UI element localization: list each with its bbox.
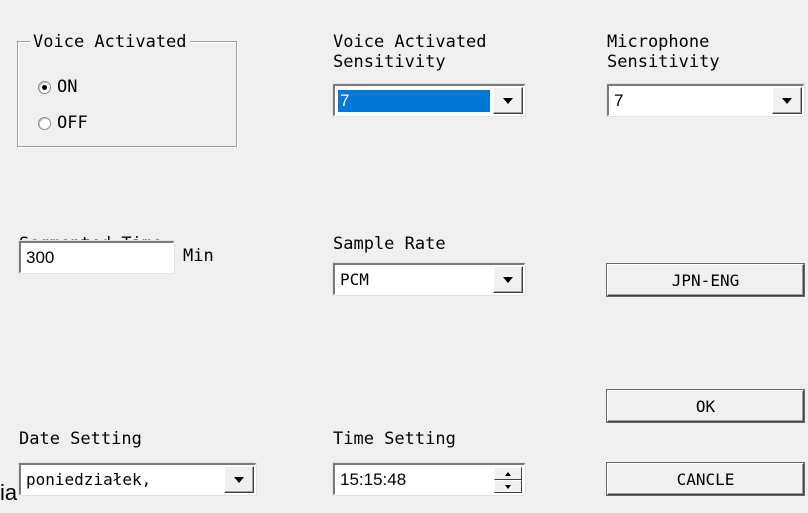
sample-rate-value: PCM xyxy=(340,270,369,289)
date-setting-dropdown-button[interactable] xyxy=(224,466,254,493)
sample-rate-dropdown-button[interactable] xyxy=(493,266,523,293)
mic-sensitivity-select[interactable]: 7 xyxy=(606,83,805,117)
mic-sensitivity-label-line2: Sensitivity xyxy=(607,52,720,72)
mic-sensitivity-value: 7 xyxy=(614,91,624,110)
chevron-down-icon xyxy=(782,97,792,104)
spin-up-icon xyxy=(505,471,511,476)
voice-sensitivity-value: 7 xyxy=(338,90,490,112)
segmented-time-unit: Min xyxy=(183,246,214,266)
settings-dialog: Voice Activated ON OFF Voice Activated S… xyxy=(0,0,808,513)
voice-sensitivity-dropdown-button[interactable] xyxy=(493,87,523,114)
sample-rate-select[interactable]: PCM xyxy=(332,262,526,296)
ok-button[interactable]: OK xyxy=(607,390,804,422)
radio-on-label: ON xyxy=(57,77,78,97)
radio-voice-on[interactable]: ON xyxy=(38,77,77,97)
radio-off-label: OFF xyxy=(57,113,88,133)
mic-sensitivity-label-line1: Microphone xyxy=(607,32,710,52)
time-spin-down-button[interactable] xyxy=(494,480,522,493)
chevron-down-icon xyxy=(234,476,244,483)
chevron-down-icon xyxy=(503,97,513,104)
time-spin-control[interactable] xyxy=(494,467,522,493)
date-setting-label: Date Setting xyxy=(19,429,142,449)
time-setting-label: Time Setting xyxy=(333,429,456,449)
segmented-time-input[interactable]: 300 xyxy=(18,240,175,274)
radio-off-indicator[interactable] xyxy=(38,116,51,130)
voice-activated-title: Voice Activated xyxy=(30,32,190,52)
voice-sensitivity-label-line1: Voice Activated xyxy=(333,32,487,52)
mic-sensitivity-dropdown-button[interactable] xyxy=(772,87,802,114)
voice-sensitivity-select[interactable]: 7 xyxy=(332,83,526,117)
chevron-down-icon xyxy=(503,276,513,283)
radio-on-indicator[interactable] xyxy=(38,80,51,94)
clipped-text: ia xyxy=(0,480,18,505)
jpn-eng-button[interactable]: JPN-ENG xyxy=(607,264,804,296)
date-setting-value: poniedziałek, xyxy=(26,470,152,489)
radio-voice-off[interactable]: OFF xyxy=(38,113,88,133)
spin-down-icon xyxy=(505,484,511,489)
cancel-button[interactable]: CANCLE xyxy=(607,463,804,495)
time-spin-up-button[interactable] xyxy=(494,467,522,480)
time-setting-value: 15:15:48 xyxy=(340,470,407,489)
segmented-time-value: 300 xyxy=(26,248,55,267)
voice-sensitivity-label-line2: Sensitivity xyxy=(333,52,446,72)
date-setting-picker[interactable]: poniedziałek, xyxy=(18,462,257,496)
sample-rate-label: Sample Rate xyxy=(333,234,446,254)
time-setting-picker[interactable]: 15:15:48 xyxy=(332,462,526,496)
